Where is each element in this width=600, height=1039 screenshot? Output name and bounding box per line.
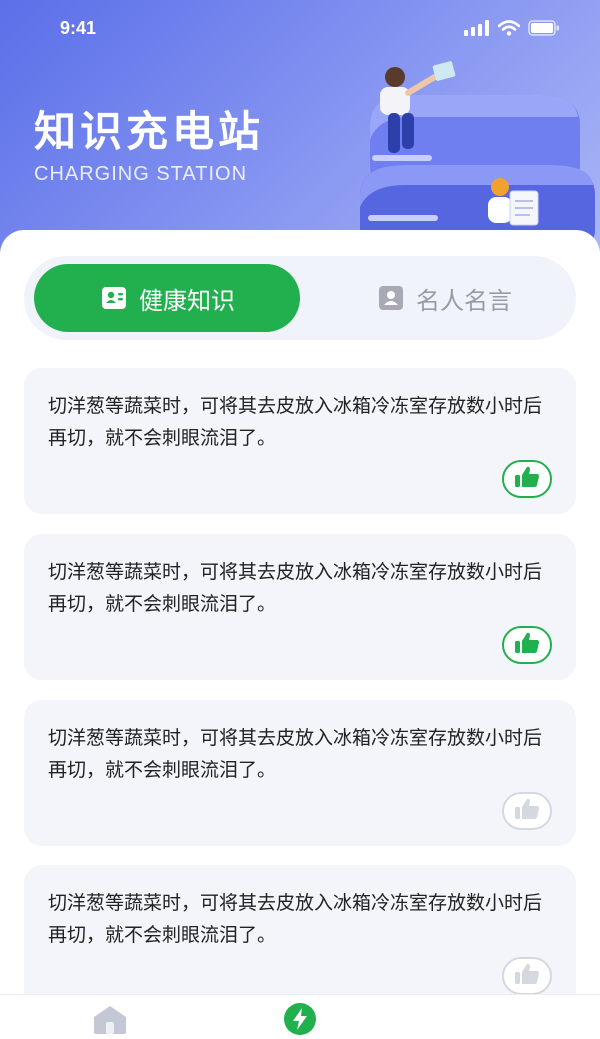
home-icon [90,1003,130,1039]
page-title: 知识充电站 [34,107,265,156]
header-banner: 9:41 知识充电站 CHARGING STATION [0,0,600,260]
thumbs-up-icon [514,632,540,658]
signal-icon [464,20,490,40]
contact-icon [376,283,406,313]
wifi-icon [497,20,521,40]
battery-icon [528,20,560,40]
lightning-icon [282,1001,318,1039]
knowledge-card: 切洋葱等蔬菜时，可将其去皮放入冰箱冷冻室存放数小时后再切，就不会刺眼流泪了。 [24,368,576,514]
like-button[interactable] [502,792,552,830]
card-text: 切洋葱等蔬菜时，可将其去皮放入冰箱冷冻室存放数小时后再切，就不会刺眼流泪了。 [48,892,543,946]
card-text: 切洋葱等蔬菜时，可将其去皮放入冰箱冷冻室存放数小时后再切，就不会刺眼流泪了。 [48,395,543,449]
card-text: 切洋葱等蔬菜时，可将其去皮放入冰箱冷冻室存放数小时后再切，就不会刺眼流泪了。 [48,561,543,615]
status-time: 9:41 [60,18,97,38]
knowledge-card: 切洋葱等蔬菜时，可将其去皮放入冰箱冷冻室存放数小时后再切，就不会刺眼流泪了。 [24,865,576,1011]
card-text: 切洋葱等蔬菜时，可将其去皮放入冰箱冷冻室存放数小时后再切，就不会刺眼流泪了。 [48,727,543,781]
books-illustration [350,55,600,255]
thumbs-up-icon [514,963,540,989]
content-panel: 健康知识 名人名言 切洋葱等蔬菜时，可将其去皮放入冰箱冷冻室存放数小时后再切，就… [0,230,600,1011]
tab-label: 名人名言 [416,286,512,315]
tab-famous-quotes[interactable]: 名人名言 [324,264,564,332]
like-button[interactable] [502,460,552,498]
page-subtitle: CHARGING STATION [34,163,248,185]
bottom-tab-bar [0,994,600,1039]
id-card-icon [99,283,129,313]
knowledge-card: 切洋葱等蔬菜时，可将其去皮放入冰箱冷冻室存放数小时后再切，就不会刺眼流泪了。 [24,534,576,680]
tabbar-home[interactable] [88,1003,132,1039]
tabbar-charging[interactable] [278,1003,322,1039]
like-button[interactable] [502,957,552,995]
thumbs-up-icon [514,798,540,824]
like-button[interactable] [502,626,552,664]
knowledge-card: 切洋葱等蔬菜时，可将其去皮放入冰箱冷冻室存放数小时后再切，就不会刺眼流泪了。 [24,700,576,846]
tab-switcher: 健康知识 名人名言 [24,256,576,340]
status-bar: 9:41 [0,0,600,60]
status-icons [464,20,560,40]
tab-label: 健康知识 [139,286,235,315]
thumbs-up-icon [514,466,540,492]
tab-health-knowledge[interactable]: 健康知识 [34,264,300,332]
